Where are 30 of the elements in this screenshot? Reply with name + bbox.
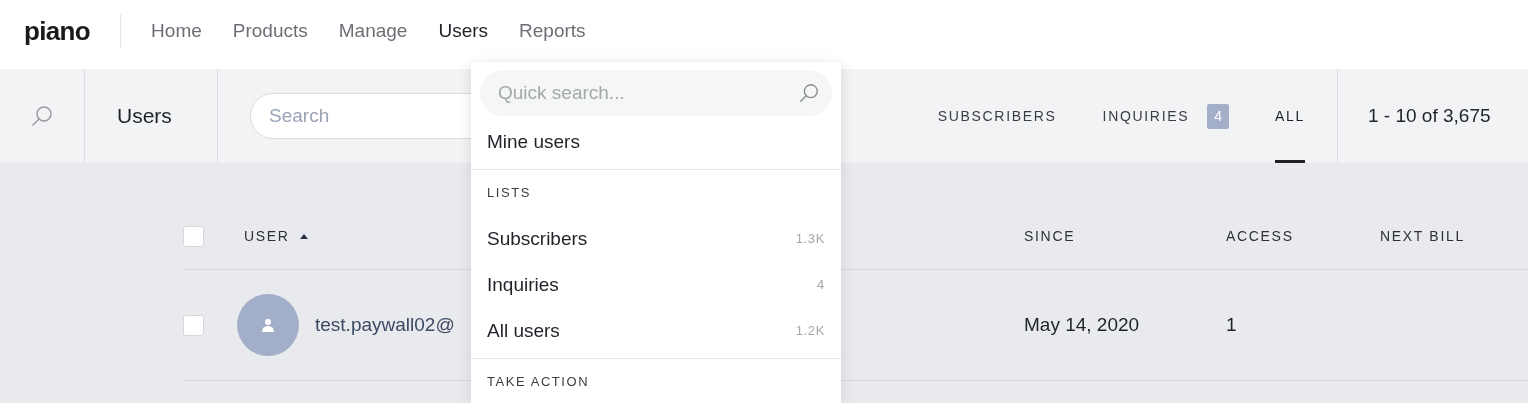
nav-link[interactable]: Reports <box>519 16 586 46</box>
nav-link[interactable]: Users <box>438 16 489 46</box>
pagination-label: 1 - 10 of 3,675 <box>1368 103 1491 128</box>
nav-link[interactable]: Products <box>232 16 308 46</box>
section-heading: TAKE ACTION <box>487 373 590 392</box>
column-header[interactable]: USER <box>244 225 290 247</box>
column-header[interactable]: ACCESS <box>1226 225 1294 247</box>
menu-item[interactable]: Inquiries 4 <box>471 262 841 308</box>
section-heading: LISTS <box>487 184 531 203</box>
checkbox[interactable] <box>183 314 204 336</box>
page-title: Users <box>117 103 172 130</box>
filter-tab[interactable]: ALL <box>1275 69 1305 163</box>
menu-item[interactable]: All users 1.2K <box>471 308 841 354</box>
nav-link[interactable]: Home <box>151 16 202 46</box>
logo[interactable]: piano <box>24 14 122 48</box>
nav-link[interactable]: Manage <box>338 16 408 46</box>
table-cell-text: May 14, 2020 <box>1024 312 1141 337</box>
menu-item[interactable]: Subscribers 1.3K <box>471 216 841 262</box>
quick-search-field[interactable]: Quick search... <box>480 70 832 116</box>
search-icon[interactable] <box>30 104 54 128</box>
search-icon[interactable] <box>798 82 820 104</box>
checkbox[interactable] <box>183 225 204 247</box>
sort-ascending-icon[interactable] <box>299 233 308 239</box>
table-cell-text: 1 <box>1226 312 1238 337</box>
count-badge: 4 <box>1207 103 1230 129</box>
user-email-link[interactable]: test.paywall02@ <box>315 310 455 340</box>
filter-tab[interactable]: INQUIRIES 4 <box>1102 69 1230 163</box>
filter-tab[interactable]: SUBSCRIBERS <box>937 69 1057 163</box>
column-header[interactable]: NEXT BILL <box>1380 225 1465 247</box>
column-header[interactable]: SINCE <box>1024 225 1076 247</box>
